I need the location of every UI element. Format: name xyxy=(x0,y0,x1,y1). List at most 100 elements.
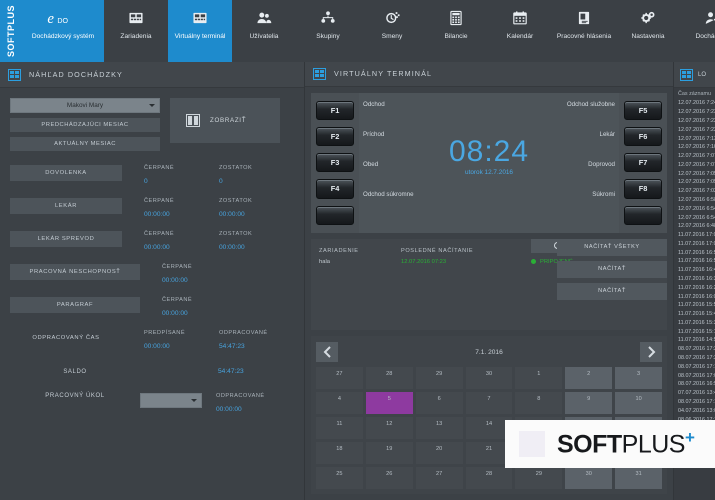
log-list[interactable]: 12.07.2016 7:2412.07.2016 7:2312.07.2016… xyxy=(674,99,715,433)
attendance-type-button[interactable]: PRACOVNÁ NESCHOPNOSŤ xyxy=(10,264,140,280)
log-entry[interactable]: 08.07.2016 16:52 xyxy=(674,380,715,389)
log-entry[interactable]: 08.07.2016 17:19 xyxy=(674,398,715,407)
current-month-button[interactable]: AKTUÁLNY MESIAC xyxy=(10,137,160,151)
attendance-type-button[interactable]: LEKÁR xyxy=(10,198,122,214)
log-entry[interactable]: 11.07.2016 16:31 xyxy=(674,275,715,284)
log-entry[interactable]: 11.07.2016 15:47 xyxy=(674,310,715,319)
work-task-dropdown[interactable] xyxy=(140,393,202,408)
calendar-day[interactable]: 29 xyxy=(416,367,463,389)
log-entry[interactable]: 11.07.2016 16:44 xyxy=(674,266,715,275)
calendar-day[interactable]: 27 xyxy=(416,467,463,489)
user-select-dropdown[interactable]: Makovi Mary xyxy=(10,98,160,113)
log-entry[interactable]: 11.07.2016 16:58 xyxy=(674,248,715,257)
log-entry[interactable]: 12.07.2016 7:02 xyxy=(674,187,715,196)
calendar-day[interactable]: 8 xyxy=(515,392,562,414)
calendar-day[interactable]: 10 xyxy=(615,392,662,414)
log-entry[interactable]: 12.07.2016 6:54 xyxy=(674,213,715,222)
load-all-button[interactable]: NAČÍTAŤ VŠETKY xyxy=(557,239,667,256)
calendar-day[interactable]: 26 xyxy=(366,467,413,489)
log-entry[interactable]: 11.07.2016 15:58 xyxy=(674,301,715,310)
log-entry[interactable]: 07.07.2016 13:44 xyxy=(674,389,715,398)
function-key-f3[interactable]: F3 xyxy=(316,153,354,172)
log-entry[interactable]: 04.07.2016 13:02 xyxy=(674,406,715,415)
calendar-day[interactable]: 18 xyxy=(316,442,363,464)
previous-month-button[interactable]: PREDCHÁDZAJÚCI MESIAC xyxy=(10,118,160,132)
function-key-blank[interactable] xyxy=(316,206,354,225)
log-entry[interactable]: 12.07.2016 7:07 xyxy=(674,160,715,169)
nav-item-nastavenia[interactable]: Nastavenia xyxy=(616,0,680,62)
log-entry[interactable]: 12.07.2016 7:24 xyxy=(674,99,715,108)
attendance-type-button[interactable]: DOVOLENKA xyxy=(10,165,122,181)
log-entry[interactable]: 12.07.2016 7:10 xyxy=(674,143,715,152)
log-entry[interactable]: 11.07.2016 17:04 xyxy=(674,240,715,249)
calendar-day[interactable]: 11 xyxy=(316,417,363,439)
log-entry[interactable]: 12.07.2016 6:58 xyxy=(674,196,715,205)
calendar-day[interactable]: 29 xyxy=(515,467,562,489)
function-key-f5[interactable]: F5 xyxy=(624,101,662,120)
nav-item-doch-dzka[interactable]: Dochádzka xyxy=(680,0,715,62)
log-entry[interactable]: 11.07.2016 16:28 xyxy=(674,283,715,292)
calendar-next-button[interactable] xyxy=(640,342,662,362)
log-entry[interactable]: 12.07.2016 7:05 xyxy=(674,178,715,187)
calendar-day[interactable]: 30 xyxy=(565,467,612,489)
attendance-type-button[interactable]: PARAGRAF xyxy=(10,297,140,313)
calendar-day[interactable]: 30 xyxy=(466,367,513,389)
load-button-1[interactable]: NAČÍTAŤ xyxy=(557,261,667,278)
calendar-day[interactable]: 28 xyxy=(466,467,513,489)
calendar-day[interactable]: 5 xyxy=(366,392,413,414)
function-key-f2[interactable]: F2 xyxy=(316,127,354,146)
calendar-day[interactable]: 12 xyxy=(366,417,413,439)
show-button[interactable]: ZOBRAZIŤ xyxy=(170,98,280,143)
log-entry[interactable]: 08.07.2016 17:29 xyxy=(674,345,715,354)
calendar-day[interactable]: 25 xyxy=(316,467,363,489)
nav-item-doch-dzkov-syst-m[interactable]: e DODochádzkový systém xyxy=(22,0,104,62)
calendar-day[interactable]: 27 xyxy=(316,367,363,389)
function-key-f4[interactable]: F4 xyxy=(316,179,354,198)
nav-item-kalend-r[interactable]: Kalendár xyxy=(488,0,552,62)
calendar-prev-button[interactable] xyxy=(316,342,338,362)
calendar-day[interactable]: 6 xyxy=(416,392,463,414)
nav-item-zariadenia[interactable]: Zariadenia xyxy=(104,0,168,62)
log-entry[interactable]: 11.07.2016 15:12 xyxy=(674,327,715,336)
log-entry[interactable]: 12.07.2016 6:54 xyxy=(674,204,715,213)
calendar-day[interactable]: 7 xyxy=(466,392,513,414)
calendar-day[interactable]: 9 xyxy=(565,392,612,414)
calendar-day[interactable]: 13 xyxy=(416,417,463,439)
log-entry[interactable]: 11.07.2016 17:09 xyxy=(674,231,715,240)
log-entry[interactable]: 08.07.2016 17:13 xyxy=(674,362,715,371)
log-entry[interactable]: 12.07.2016 7:22 xyxy=(674,117,715,126)
function-key-blank[interactable] xyxy=(624,206,662,225)
log-entry[interactable]: 08.07.2016 17:04 xyxy=(674,371,715,380)
attendance-type-button[interactable]: LEKÁR SPREVOD xyxy=(10,231,122,247)
log-entry[interactable]: 11.07.2016 14:58 xyxy=(674,336,715,345)
load-button-2[interactable]: NAČÍTAŤ xyxy=(557,283,667,300)
calendar-day[interactable]: 4 xyxy=(316,392,363,414)
log-entry[interactable]: 11.07.2016 16:52 xyxy=(674,257,715,266)
function-key-f8[interactable]: F8 xyxy=(624,179,662,198)
calendar-day[interactable]: 19 xyxy=(366,442,413,464)
log-entry[interactable]: 12.07.2016 7:07 xyxy=(674,152,715,161)
function-key-f6[interactable]: F6 xyxy=(624,127,662,146)
log-entry[interactable]: 11.07.2016 16:05 xyxy=(674,292,715,301)
calendar-day[interactable]: 28 xyxy=(366,367,413,389)
function-key-f7[interactable]: F7 xyxy=(624,153,662,172)
log-entry[interactable]: 12.07.2016 7:23 xyxy=(674,108,715,117)
nav-item-pracovn-hl-senia[interactable]: Pracovné hlásenia xyxy=(552,0,616,62)
nav-item-u-vatelia[interactable]: Užívatelia xyxy=(232,0,296,62)
calendar-day[interactable]: 20 xyxy=(416,442,463,464)
nav-item-skupiny[interactable]: Skupiny xyxy=(296,0,360,62)
function-key-f1[interactable]: F1 xyxy=(316,101,354,120)
nav-item-virtu-lny-termin-l[interactable]: Virtuálny terminál xyxy=(168,0,232,62)
calendar-day[interactable]: 31 xyxy=(615,467,662,489)
calendar-day[interactable]: 1 xyxy=(515,367,562,389)
log-entry[interactable]: 11.07.2016 15:34 xyxy=(674,319,715,328)
log-entry[interactable]: 12.07.2016 7:22 xyxy=(674,125,715,134)
nav-item-smeny[interactable]: Smeny xyxy=(360,0,424,62)
calendar-day[interactable]: 3 xyxy=(615,367,662,389)
calendar-day[interactable]: 2 xyxy=(565,367,612,389)
log-entry[interactable]: 08.07.2016 17:21 xyxy=(674,354,715,363)
log-entry[interactable]: 12.07.2016 7:05 xyxy=(674,169,715,178)
nav-item-bilancie[interactable]: Bilancie xyxy=(424,0,488,62)
log-entry[interactable]: 12.07.2016 6:48 xyxy=(674,222,715,231)
log-entry[interactable]: 12.07.2016 7:13 xyxy=(674,134,715,143)
